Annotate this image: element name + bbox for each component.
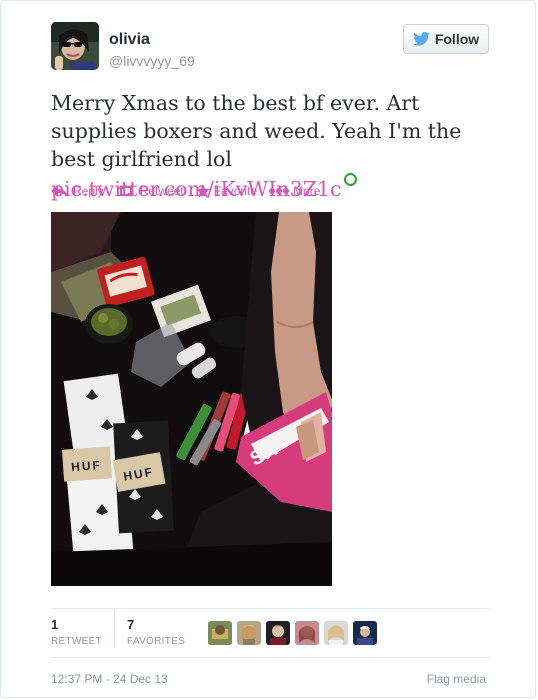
- retweet-action[interactable]: Retweet: [116, 184, 184, 198]
- sock-label-1: HUF: [71, 458, 103, 474]
- stats-top-divider: [51, 608, 489, 609]
- retweet-stat-label: RETWEET: [51, 636, 102, 647]
- tweet-photo[interactable]: HUF HUF SK: [51, 212, 332, 586]
- stats-bottom-divider: [51, 657, 489, 658]
- media-indicator-icon: [343, 173, 357, 186]
- tweet-card: olivia @livvvyyy_69 Follow Merry Xmas to…: [0, 0, 536, 698]
- more-dots-icon: [269, 188, 290, 194]
- favorites-stat-label: FAVORITES: [127, 636, 186, 647]
- favoriter-avatar[interactable]: [353, 621, 377, 645]
- favoriter-avatar[interactable]: [208, 621, 232, 645]
- reply-action[interactable]: Reply: [51, 184, 104, 198]
- user-display-name[interactable]: olivia: [109, 31, 150, 49]
- twitter-bird-icon: [412, 32, 430, 46]
- tweet-body: Merry Xmas to the best bf ever. Art supp…: [51, 91, 462, 171]
- retweet-count: 1: [51, 617, 59, 632]
- retweet-icon: [117, 185, 134, 197]
- user-handle[interactable]: @livvvyyy_69: [109, 53, 195, 69]
- reply-label: Reply: [73, 184, 104, 198]
- follow-button[interactable]: Follow: [403, 24, 489, 54]
- star-icon: [195, 184, 210, 198]
- user-avatar[interactable]: [51, 22, 99, 70]
- favoriter-avatar[interactable]: [237, 621, 261, 645]
- favorites-count: 7: [127, 617, 135, 632]
- stat-separator: [114, 610, 115, 648]
- favoriter-avatar[interactable]: [295, 621, 319, 645]
- tweet-actions: Reply Retweet Favorite More: [51, 184, 320, 198]
- retweet-stat[interactable]: 1 RETWEET: [51, 617, 102, 647]
- photo-art: HUF HUF SK: [51, 212, 332, 586]
- favorites-stat[interactable]: 7 FAVORITES: [127, 617, 185, 647]
- flag-media-link[interactable]: Flag media: [427, 672, 486, 686]
- more-action[interactable]: More: [269, 184, 320, 198]
- favoriter-avatar[interactable]: [266, 621, 290, 645]
- favorite-label: Favorite: [213, 184, 258, 198]
- more-label: More: [293, 184, 321, 198]
- favoriters-avatars: [208, 621, 377, 645]
- reply-icon: [51, 185, 68, 197]
- favorite-action[interactable]: Favorite: [195, 184, 258, 198]
- favoriter-avatar[interactable]: [324, 621, 348, 645]
- retweet-label: Retweet: [139, 184, 184, 198]
- tweet-timestamp[interactable]: 12:37 PM - 24 Dec 13: [51, 672, 168, 686]
- follow-label: Follow: [434, 31, 480, 47]
